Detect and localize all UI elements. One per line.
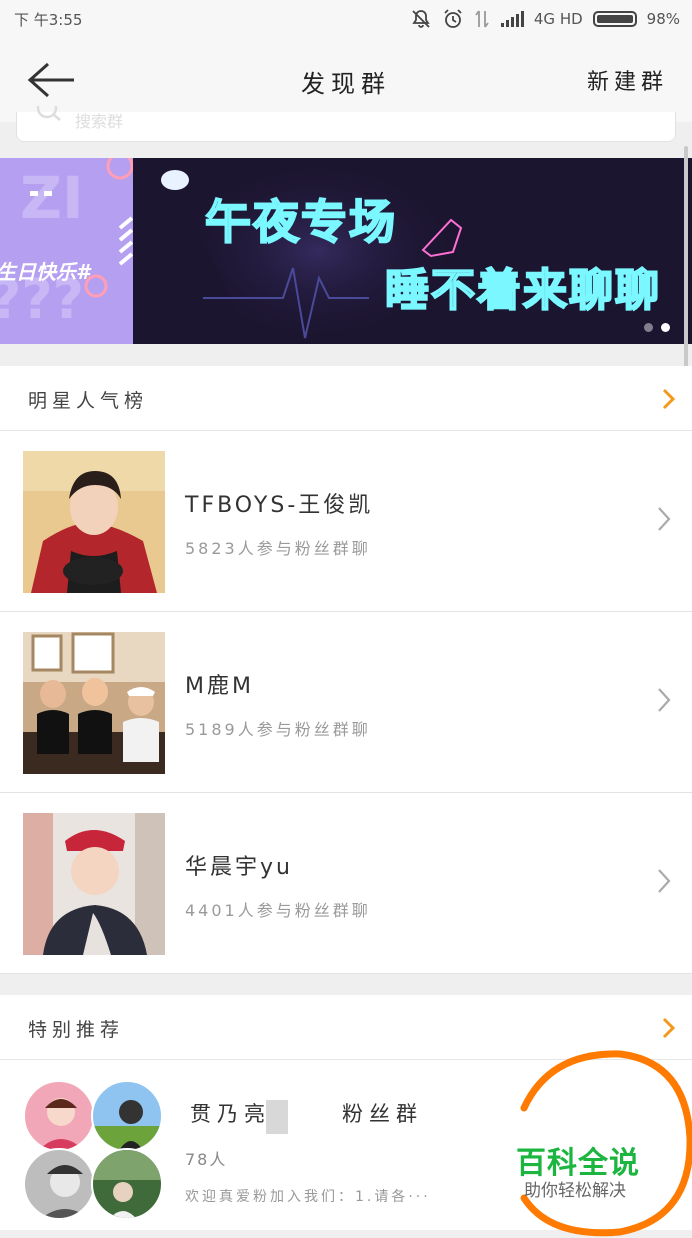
- member-avatar: [23, 1148, 95, 1220]
- banner-pagination: [644, 323, 670, 332]
- status-bar: 下 午3:55 4G HD 98%: [0, 0, 692, 38]
- star-ranking-title: 明星人气榜: [28, 390, 149, 412]
- group-avatar-collage: [23, 1080, 165, 1222]
- status-icons: 4G HD 98%: [410, 8, 680, 30]
- banner-birthday-tag: 生日快乐#: [0, 260, 90, 284]
- new-group-button[interactable]: 新建群: [587, 64, 668, 96]
- chevron-right-icon: [662, 388, 676, 410]
- banner-midnight-title: 午夜专场: [204, 194, 397, 250]
- avatar: [23, 451, 165, 593]
- battery-icon: [592, 11, 637, 27]
- star-name: TFBOYS-王俊凯: [185, 493, 374, 518]
- group-member-count: 78人: [185, 1150, 228, 1169]
- star-row[interactable]: M鹿M 5189人参与粉丝群聊: [0, 612, 692, 793]
- search-input[interactable]: 搜索群: [16, 106, 676, 142]
- status-time: 下 午3:55: [14, 11, 83, 29]
- star-participants: 4401人参与粉丝群聊: [185, 901, 371, 920]
- star-row[interactable]: 华晨宇yu 4401人参与粉丝群聊: [0, 793, 692, 974]
- chevron-right-icon: [658, 869, 671, 893]
- star-participants: 5189人参与粉丝群聊: [185, 720, 371, 739]
- chevron-right-icon: [662, 1017, 676, 1039]
- star-row[interactable]: TFBOYS-王俊凯 5823人参与粉丝群聊: [0, 431, 692, 612]
- banner-dot-active[interactable]: [661, 323, 670, 332]
- star-name: 华晨宇yu: [185, 855, 293, 880]
- search-icon: [36, 106, 61, 121]
- banner-midnight-subtitle: 睡不着来聊聊: [384, 264, 661, 317]
- network-type: 4G HD: [533, 10, 583, 28]
- chevron-right-icon: [658, 688, 671, 712]
- group-name-suffix: 粉丝群: [342, 1102, 423, 1126]
- data-transfer-icon: [474, 9, 490, 29]
- banner-carousel[interactable]: ZI ??? 生日快乐# 午夜专场 睡不着来聊聊: [0, 158, 692, 344]
- search-placeholder: 搜索群: [75, 112, 124, 131]
- signal-icon: [500, 10, 524, 28]
- group-name: 贯乃亮: [190, 1102, 271, 1126]
- group-description: 欢迎真爱粉加入我们：1.请各···: [185, 1189, 431, 1205]
- scrollbar[interactable]: [684, 146, 688, 392]
- banner-slide-midnight[interactable]: 午夜专场 睡不着来聊聊: [133, 158, 692, 344]
- member-avatar: [23, 1080, 95, 1152]
- mute-icon: [410, 8, 432, 30]
- star-name: M鹿M: [185, 674, 254, 699]
- banner-decoration: ZI ???: [0, 158, 133, 331]
- avatar: [23, 632, 165, 774]
- member-avatar: [91, 1080, 163, 1152]
- star-participants: 5823人参与粉丝群聊: [185, 539, 371, 558]
- blurred-text: [266, 1100, 288, 1134]
- avatar: [23, 813, 165, 955]
- star-ranking-header[interactable]: 明星人气榜: [0, 366, 692, 431]
- banner-slide-birthday[interactable]: ZI ??? 生日快乐#: [0, 158, 133, 344]
- svg-text:ZI: ZI: [20, 164, 84, 232]
- special-recommend-title: 特别推荐: [28, 1019, 125, 1041]
- member-avatar: [91, 1148, 163, 1220]
- banner-dot[interactable]: [644, 323, 653, 332]
- chevron-right-icon: [658, 507, 671, 531]
- watermark-slogan: 助你轻松解决: [524, 1181, 626, 1201]
- alarm-icon: [442, 8, 464, 30]
- battery-level: 98%: [646, 10, 680, 28]
